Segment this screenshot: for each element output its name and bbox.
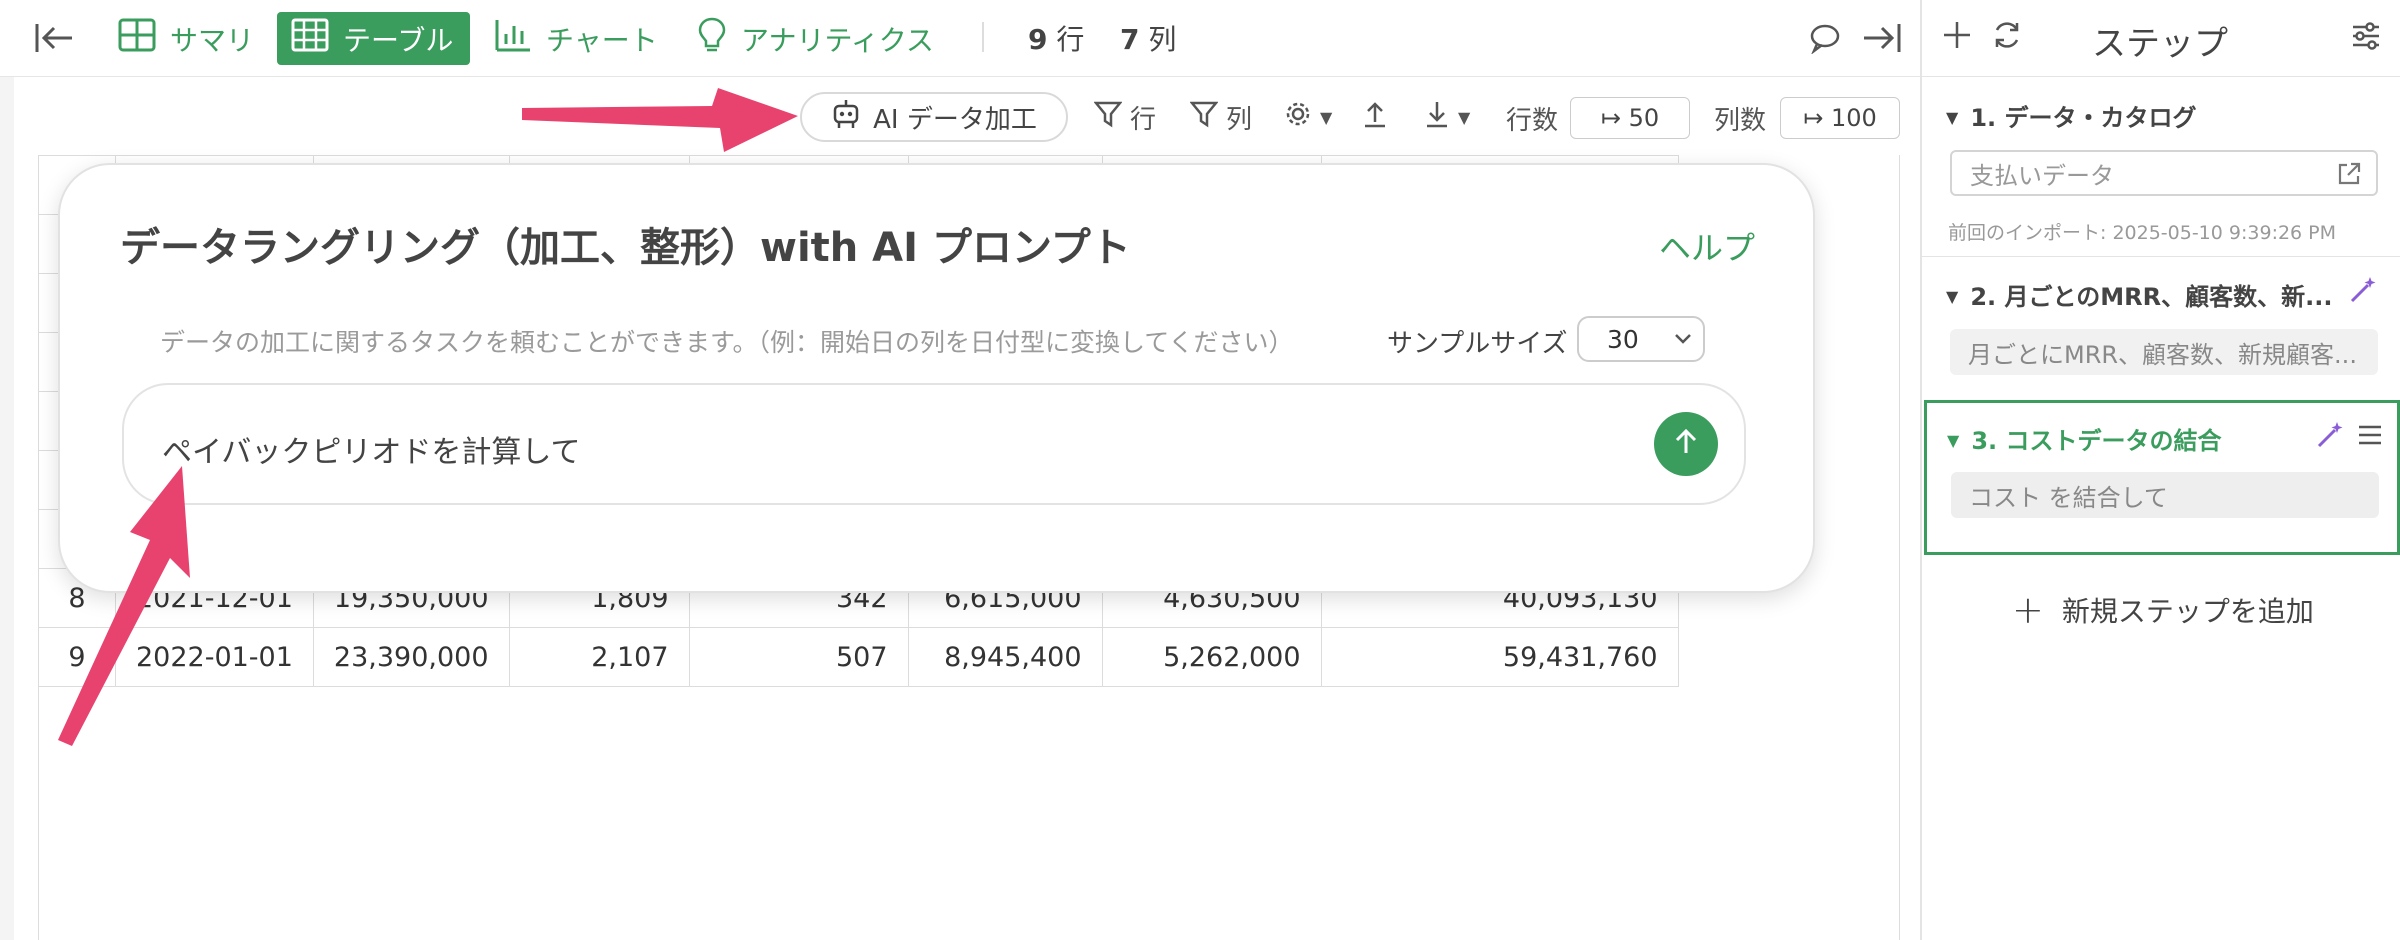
refresh-icon[interactable]: [1990, 18, 2024, 56]
step-2-title[interactable]: ▼ 2. 月ごとのMRR、顧客数、新...: [1946, 277, 2332, 312]
tab-summary-label: サマリ: [170, 23, 255, 57]
table-icon: [291, 18, 329, 59]
rows-count-value: 9: [1028, 23, 1048, 56]
ai-data-button-label: AI データ加工: [873, 104, 1037, 135]
toolbar-divider: [982, 22, 984, 52]
ai-data-button[interactable]: AI データ加工: [800, 92, 1068, 142]
ai-prompt-modal: データラングリング（加工、整形）with AI プロンプト ヘルプ データの加工…: [58, 163, 1815, 593]
external-link-icon[interactable]: [2336, 161, 2362, 193]
magic-wand-icon: [2315, 420, 2345, 454]
tab-summary[interactable]: サマリ: [104, 12, 268, 65]
steps-title: ステップ: [2092, 24, 2228, 64]
robot-icon: [831, 98, 861, 137]
help-link[interactable]: ヘルプ: [1659, 223, 1755, 269]
step-3-description[interactable]: コスト を結合して: [1951, 472, 2379, 518]
settings-sliders-icon[interactable]: [2350, 20, 2382, 56]
prompt-input[interactable]: ペイバックピリオドを計算して: [122, 383, 1746, 505]
cols-limit-input[interactable]: ↦ 100: [1780, 97, 1900, 139]
tab-chart[interactable]: チャート: [480, 12, 672, 65]
step-1-source[interactable]: 支払いデータ: [1950, 150, 2378, 196]
rows-limit-input[interactable]: ↦ 50: [1570, 97, 1690, 139]
steps-header: ステップ: [1922, 0, 2400, 77]
step-1-title[interactable]: ▼ 1. データ・カタログ: [1946, 98, 2196, 133]
summary-grid-icon: [118, 18, 156, 59]
gear-icon: [1284, 100, 1312, 135]
menu-icon[interactable]: [2357, 423, 2383, 451]
lightbulb-icon: [697, 16, 727, 61]
step-2[interactable]: ▼ 2. 月ごとのMRR、顧客数、新... 月ごとにMRR、顧客数、新規顧客...: [1922, 257, 2400, 397]
step-3-title-text: 3. コストデータの結合: [1971, 427, 2222, 455]
plus-icon[interactable]: [1940, 18, 1974, 56]
add-step-label: 新規ステップを追加: [2061, 595, 2314, 628]
step-1[interactable]: ▼ 1. データ・カタログ 支払いデータ 前回のインポート: 2025-05-10…: [1922, 78, 2400, 257]
caret-down-icon: ▼: [1947, 431, 1960, 450]
chevron-down-icon: [1673, 328, 1693, 353]
upload-button[interactable]: [1362, 92, 1388, 142]
sample-size-label: サンプルサイズ: [1387, 329, 1568, 359]
rows-count-unit: 行: [1056, 23, 1085, 56]
modal-hint: データの加工に関するタスクを頼むことができます。（例：開始日の列を日付型に変換し…: [160, 328, 1294, 357]
sample-size-select[interactable]: 30: [1577, 316, 1705, 362]
filter-icon: [1189, 100, 1219, 135]
collapse-left-icon[interactable]: [34, 20, 74, 60]
arrow-up-icon: [1671, 427, 1701, 461]
tab-analytics[interactable]: アナリティクス: [683, 12, 948, 65]
table-cell: 2022-01-01: [115, 627, 314, 687]
step-2-title-text: 2. 月ごとのMRR、顧客数、新...: [1970, 283, 2333, 311]
caret-down-icon: ▼: [1946, 108, 1959, 127]
caret-down-icon: ▼: [1320, 107, 1333, 127]
table-row[interactable]: 9 2022-01-01 23,390,000 2,107 507 8,945,400 5,…: [38, 627, 1679, 687]
send-button[interactable]: [1654, 412, 1718, 476]
step-1-meta: 前回のインポート: 2025-05-10 9:39:26 PM: [1948, 222, 2337, 244]
table-cell: 2,107: [508, 627, 690, 687]
rows-limit-label: 行数: [1506, 106, 1559, 136]
table-cell: 8,945,400: [907, 627, 1103, 687]
upload-icon: [1362, 100, 1388, 135]
tab-table-label: テーブル: [343, 23, 454, 57]
add-step-button[interactable]: + 新規ステップを追加: [2012, 588, 2314, 632]
cols-count-value: 7: [1120, 23, 1140, 56]
modal-title: データラングリング（加工、整形）with AI プロンプト: [120, 225, 1131, 271]
tab-analytics-label: アナリティクス: [741, 23, 934, 57]
step-2-description[interactable]: 月ごとにMRR、顧客数、新規顧客...: [1950, 329, 2378, 375]
settings-dropdown[interactable]: ▼: [1284, 92, 1332, 142]
cols-count-unit: 列: [1148, 23, 1177, 56]
cols-limit-label: 列数: [1714, 106, 1767, 136]
table-cell: 23,390,000: [312, 627, 510, 687]
magic-wand-icon: [2348, 275, 2378, 309]
tab-table[interactable]: テーブル: [277, 12, 470, 65]
top-toolbar: サマリ テーブル チャート アナリティクス 9 行 7 列: [0, 0, 1920, 77]
collapse-right-icon[interactable]: [1862, 20, 1902, 60]
row-number-cell: 9: [38, 627, 116, 687]
table-cell: 507: [688, 627, 909, 687]
caret-down-icon: ▼: [1458, 107, 1471, 127]
step-1-source-text: 支払いデータ: [1970, 161, 2114, 190]
download-icon: [1424, 100, 1450, 135]
table-cell: 5,262,000: [1101, 627, 1322, 687]
steps-panel: ステップ ▼ 1. データ・カタログ 支払いデータ 前回のインポート: 2025-…: [1920, 0, 2400, 940]
step-1-title-text: 1. データ・カタログ: [1970, 104, 2197, 132]
tab-chart-label: チャート: [546, 23, 658, 57]
filter-rows-button[interactable]: 行: [1093, 92, 1157, 142]
filter-rows-label: 行: [1130, 104, 1157, 135]
step-3[interactable]: ▼ 3. コストデータの結合 コスト を結合して: [1924, 400, 2400, 555]
comment-icon[interactable]: [1808, 22, 1842, 58]
cols-count: 7 列: [1120, 18, 1176, 58]
download-dropdown[interactable]: ▼: [1424, 92, 1470, 142]
left-scroll-strip: [0, 77, 14, 940]
rows-count: 9 行: [1028, 18, 1084, 58]
filter-icon: [1093, 100, 1123, 135]
prompt-text: ペイバックピリオドを計算して: [162, 435, 581, 470]
annotation-arrow: [522, 88, 798, 152]
filter-cols-label: 列: [1226, 104, 1253, 135]
sample-size-value: 30: [1607, 324, 1639, 354]
filter-cols-button[interactable]: 列: [1189, 92, 1253, 142]
plus-icon: +: [2012, 588, 2044, 632]
caret-down-icon: ▼: [1946, 287, 1959, 306]
step-3-title[interactable]: ▼ 3. コストデータの結合: [1947, 421, 2221, 456]
bar-chart-icon: [494, 18, 532, 59]
table-cell: 59,431,760: [1320, 627, 1679, 687]
